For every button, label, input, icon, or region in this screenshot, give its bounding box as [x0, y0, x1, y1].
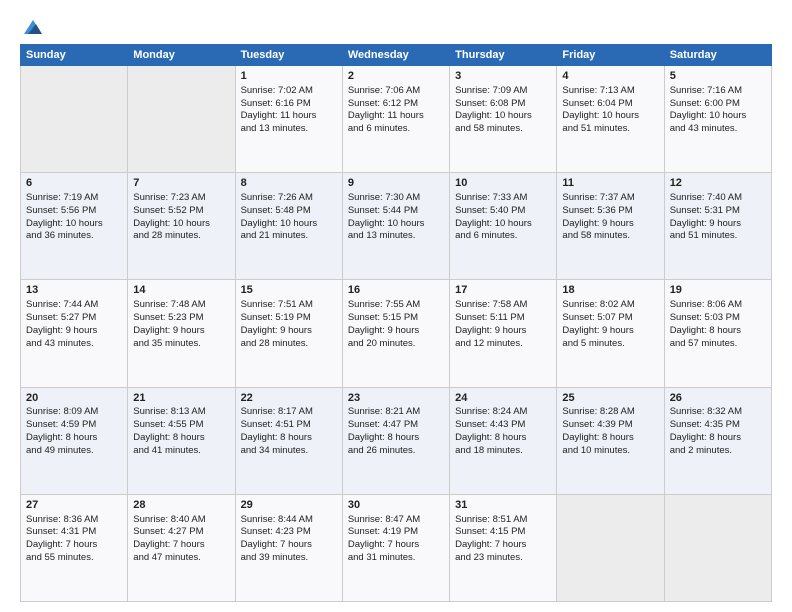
day-number: 25 — [562, 391, 658, 406]
calendar-cell: 4Sunrise: 7:13 AMSunset: 6:04 PMDaylight… — [557, 66, 664, 173]
day-number: 16 — [348, 283, 444, 298]
day-number: 13 — [26, 283, 122, 298]
calendar-table: SundayMondayTuesdayWednesdayThursdayFrid… — [20, 44, 772, 602]
day-number: 21 — [133, 391, 229, 406]
week-row-1: 6Sunrise: 7:19 AMSunset: 5:56 PMDaylight… — [21, 173, 772, 280]
calendar-cell: 6Sunrise: 7:19 AMSunset: 5:56 PMDaylight… — [21, 173, 128, 280]
weekday-wednesday: Wednesday — [342, 45, 449, 66]
calendar-cell: 5Sunrise: 7:16 AMSunset: 6:00 PMDaylight… — [664, 66, 771, 173]
calendar-cell: 21Sunrise: 8:13 AMSunset: 4:55 PMDayligh… — [128, 387, 235, 494]
calendar-cell: 16Sunrise: 7:55 AMSunset: 5:15 PMDayligh… — [342, 280, 449, 387]
week-row-3: 20Sunrise: 8:09 AMSunset: 4:59 PMDayligh… — [21, 387, 772, 494]
weekday-friday: Friday — [557, 45, 664, 66]
calendar-cell: 1Sunrise: 7:02 AMSunset: 6:16 PMDaylight… — [235, 66, 342, 173]
weekday-sunday: Sunday — [21, 45, 128, 66]
calendar-cell: 18Sunrise: 8:02 AMSunset: 5:07 PMDayligh… — [557, 280, 664, 387]
calendar-cell: 9Sunrise: 7:30 AMSunset: 5:44 PMDaylight… — [342, 173, 449, 280]
day-number: 8 — [241, 176, 337, 191]
day-number: 2 — [348, 69, 444, 84]
day-number: 18 — [562, 283, 658, 298]
calendar-cell — [664, 494, 771, 601]
calendar-cell: 2Sunrise: 7:06 AMSunset: 6:12 PMDaylight… — [342, 66, 449, 173]
day-number: 29 — [241, 498, 337, 513]
day-number: 7 — [133, 176, 229, 191]
week-row-2: 13Sunrise: 7:44 AMSunset: 5:27 PMDayligh… — [21, 280, 772, 387]
calendar-cell — [557, 494, 664, 601]
day-number: 15 — [241, 283, 337, 298]
calendar-cell: 7Sunrise: 7:23 AMSunset: 5:52 PMDaylight… — [128, 173, 235, 280]
calendar-cell: 19Sunrise: 8:06 AMSunset: 5:03 PMDayligh… — [664, 280, 771, 387]
weekday-thursday: Thursday — [450, 45, 557, 66]
logo — [20, 18, 44, 36]
calendar-cell: 20Sunrise: 8:09 AMSunset: 4:59 PMDayligh… — [21, 387, 128, 494]
calendar-cell: 24Sunrise: 8:24 AMSunset: 4:43 PMDayligh… — [450, 387, 557, 494]
day-number: 24 — [455, 391, 551, 406]
day-number: 31 — [455, 498, 551, 513]
day-number: 12 — [670, 176, 766, 191]
calendar-cell: 29Sunrise: 8:44 AMSunset: 4:23 PMDayligh… — [235, 494, 342, 601]
calendar-cell: 30Sunrise: 8:47 AMSunset: 4:19 PMDayligh… — [342, 494, 449, 601]
day-number: 17 — [455, 283, 551, 298]
calendar-cell: 10Sunrise: 7:33 AMSunset: 5:40 PMDayligh… — [450, 173, 557, 280]
day-number: 5 — [670, 69, 766, 84]
calendar-cell: 15Sunrise: 7:51 AMSunset: 5:19 PMDayligh… — [235, 280, 342, 387]
calendar-cell — [128, 66, 235, 173]
day-number: 26 — [670, 391, 766, 406]
calendar-cell: 13Sunrise: 7:44 AMSunset: 5:27 PMDayligh… — [21, 280, 128, 387]
weekday-header-row: SundayMondayTuesdayWednesdayThursdayFrid… — [21, 45, 772, 66]
calendar-cell: 8Sunrise: 7:26 AMSunset: 5:48 PMDaylight… — [235, 173, 342, 280]
day-number: 28 — [133, 498, 229, 513]
weekday-monday: Monday — [128, 45, 235, 66]
day-number: 9 — [348, 176, 444, 191]
logo-text — [20, 18, 44, 36]
day-number: 14 — [133, 283, 229, 298]
day-number: 3 — [455, 69, 551, 84]
day-number: 30 — [348, 498, 444, 513]
calendar-cell: 22Sunrise: 8:17 AMSunset: 4:51 PMDayligh… — [235, 387, 342, 494]
week-row-4: 27Sunrise: 8:36 AMSunset: 4:31 PMDayligh… — [21, 494, 772, 601]
day-number: 23 — [348, 391, 444, 406]
calendar-cell: 26Sunrise: 8:32 AMSunset: 4:35 PMDayligh… — [664, 387, 771, 494]
day-number: 19 — [670, 283, 766, 298]
logo-icon — [22, 18, 44, 36]
calendar-cell: 28Sunrise: 8:40 AMSunset: 4:27 PMDayligh… — [128, 494, 235, 601]
day-number: 10 — [455, 176, 551, 191]
day-number: 22 — [241, 391, 337, 406]
day-number: 6 — [26, 176, 122, 191]
calendar-cell: 17Sunrise: 7:58 AMSunset: 5:11 PMDayligh… — [450, 280, 557, 387]
weekday-tuesday: Tuesday — [235, 45, 342, 66]
calendar-cell: 25Sunrise: 8:28 AMSunset: 4:39 PMDayligh… — [557, 387, 664, 494]
calendar-cell: 23Sunrise: 8:21 AMSunset: 4:47 PMDayligh… — [342, 387, 449, 494]
day-number: 4 — [562, 69, 658, 84]
header — [20, 18, 772, 36]
day-number: 20 — [26, 391, 122, 406]
calendar-cell: 14Sunrise: 7:48 AMSunset: 5:23 PMDayligh… — [128, 280, 235, 387]
page: SundayMondayTuesdayWednesdayThursdayFrid… — [0, 0, 792, 612]
day-number: 1 — [241, 69, 337, 84]
calendar-cell: 31Sunrise: 8:51 AMSunset: 4:15 PMDayligh… — [450, 494, 557, 601]
weekday-saturday: Saturday — [664, 45, 771, 66]
week-row-0: 1Sunrise: 7:02 AMSunset: 6:16 PMDaylight… — [21, 66, 772, 173]
calendar-cell: 3Sunrise: 7:09 AMSunset: 6:08 PMDaylight… — [450, 66, 557, 173]
calendar-cell: 12Sunrise: 7:40 AMSunset: 5:31 PMDayligh… — [664, 173, 771, 280]
day-number: 27 — [26, 498, 122, 513]
day-number: 11 — [562, 176, 658, 191]
calendar-cell — [21, 66, 128, 173]
calendar-cell: 27Sunrise: 8:36 AMSunset: 4:31 PMDayligh… — [21, 494, 128, 601]
calendar-cell: 11Sunrise: 7:37 AMSunset: 5:36 PMDayligh… — [557, 173, 664, 280]
